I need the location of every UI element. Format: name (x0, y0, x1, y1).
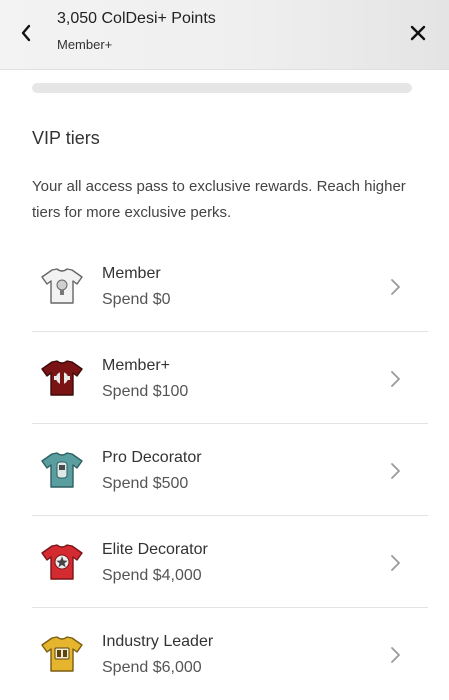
tier-name: Pro Decorator (102, 449, 202, 466)
chevron-right-icon (391, 647, 400, 663)
tier-row-elite-decorator[interactable]: Elite Decorator Spend $4,000 (32, 516, 428, 608)
current-tier-label: Member+ (57, 37, 113, 52)
tier-spend: Spend $0 (102, 291, 171, 308)
tier-list: Member Spend $0 Member+ Spend $100 Pro D… (32, 240, 428, 700)
close-button[interactable] (404, 20, 432, 46)
points-progress-bar (32, 83, 412, 93)
chevron-right-icon (391, 555, 400, 571)
chevron-right-icon (391, 463, 400, 479)
tier-row-pro-decorator[interactable]: Pro Decorator Spend $500 (32, 424, 428, 516)
gold-tshirt-icon (41, 636, 83, 672)
chevron-left-icon (21, 24, 31, 42)
tier-name: Elite Decorator (102, 541, 208, 558)
vip-tiers-description: Your all access pass to exclusive reward… (32, 178, 406, 221)
tier-spend: Spend $500 (102, 475, 189, 492)
white-tshirt-icon (41, 268, 83, 304)
maroon-tshirt-icon (41, 360, 83, 396)
tier-spend: Spend $4,000 (102, 567, 202, 584)
points-title: 3,050 ColDesi+ Points (57, 10, 216, 27)
back-button[interactable] (14, 20, 38, 46)
tier-spend: Spend $6,000 (102, 659, 202, 676)
chevron-right-icon (391, 371, 400, 387)
teal-tshirt-icon (41, 452, 83, 488)
chevron-right-icon (391, 279, 400, 295)
header-bar: 3,050 ColDesi+ Points Member+ (0, 0, 449, 70)
tier-name: Industry Leader (102, 633, 214, 650)
tier-name: Member (102, 265, 161, 282)
tier-row-member[interactable]: Member Spend $0 (32, 240, 428, 332)
tier-spend: Spend $100 (102, 383, 189, 400)
vip-tiers-heading: VIP tiers (32, 128, 100, 148)
red-tshirt-icon (41, 544, 83, 580)
tier-row-industry-leader[interactable]: Industry Leader Spend $6,000 (32, 608, 428, 700)
tier-row-member-plus[interactable]: Member+ Spend $100 (32, 332, 428, 424)
close-icon (410, 25, 426, 41)
tier-name: Member+ (102, 357, 171, 374)
